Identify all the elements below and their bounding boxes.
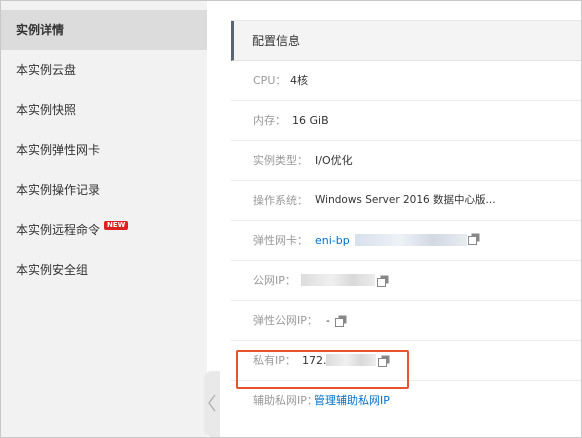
eip-value: -: [326, 314, 330, 327]
sidebar: 实例详情 本实例云盘 本实例快照 本实例弹性网卡 本实例操作记录 本实例远程命令…: [1, 1, 207, 437]
sidebar-collapse-handle[interactable]: [204, 371, 220, 437]
eni-link[interactable]: eni-bp: [315, 221, 350, 260]
eni-row: 弹性网卡： eni-bp: [231, 221, 581, 261]
sidebar-item-label: 本实例操作记录: [16, 183, 101, 197]
eip-label: 弹性公网IP：: [253, 314, 318, 327]
public-ip-redacted: [301, 261, 375, 300]
instance-detail-panel: 实例详情 本实例云盘 本实例快照 本实例弹性网卡 本实例操作记录 本实例远程命令…: [0, 0, 582, 438]
chevron-left-icon: [207, 393, 217, 417]
sidebar-item-snapshots[interactable]: 本实例快照: [1, 90, 207, 130]
sidebar-item-label: 本实例弹性网卡: [16, 143, 101, 157]
sidebar-item-label: 本实例云盘: [16, 63, 77, 77]
sidebar-item-label: 实例详情: [16, 23, 65, 37]
section-header: 配置信息: [231, 21, 581, 61]
copy-icon[interactable]: [468, 233, 480, 245]
instance-type-label: 实例类型：: [253, 154, 308, 167]
redaction-mask: [301, 274, 375, 286]
public-ip-row: 公网IP：: [231, 261, 581, 301]
divider: [231, 1, 581, 21]
sidebar-item-remote-commands[interactable]: 本实例远程命令 NEW: [1, 210, 207, 250]
os-value: Windows Server 2016 数据中心版...: [315, 194, 496, 206]
memory-row: 内存： 16 GiB: [231, 101, 581, 141]
sidebar-item-security-groups[interactable]: 本实例安全组: [1, 250, 207, 290]
eni-id-redacted: [355, 221, 467, 260]
sidebar-item-label: 本实例远程命令: [16, 223, 101, 237]
new-badge: NEW: [104, 221, 129, 230]
private-ip-highlight-box: [236, 350, 409, 389]
instance-type-row: 实例类型： I/O优化: [231, 141, 581, 181]
copy-icon[interactable]: [335, 315, 347, 327]
cpu-label: CPU：: [253, 74, 287, 87]
copy-icon[interactable]: [377, 275, 389, 287]
sidebar-item-label: 本实例安全组: [16, 263, 89, 277]
redaction-mask: [355, 234, 467, 246]
eip-row: 弹性公网IP： -: [231, 301, 581, 341]
os-row: 操作系统： Windows Server 2016 数据中心版...: [231, 181, 581, 221]
sidebar-item-instance-details[interactable]: 实例详情: [1, 10, 207, 50]
cpu-value: 4核: [290, 74, 308, 87]
section-title: 配置信息: [252, 34, 301, 48]
sidebar-item-enis[interactable]: 本实例弹性网卡: [1, 130, 207, 170]
memory-label: 内存：: [253, 114, 286, 127]
os-label: 操作系统：: [253, 194, 308, 207]
instance-type-value: I/O优化: [315, 154, 353, 167]
cpu-row: CPU： 4核: [231, 61, 581, 101]
sidebar-item-cloud-disks[interactable]: 本实例云盘: [1, 50, 207, 90]
public-ip-label: 公网IP：: [253, 274, 296, 287]
eni-label: 弹性网卡：: [253, 234, 308, 247]
sidebar-item-label: 本实例快照: [16, 103, 77, 117]
sidebar-item-operation-logs[interactable]: 本实例操作记录: [1, 170, 207, 210]
memory-value: 16 GiB: [292, 114, 329, 127]
